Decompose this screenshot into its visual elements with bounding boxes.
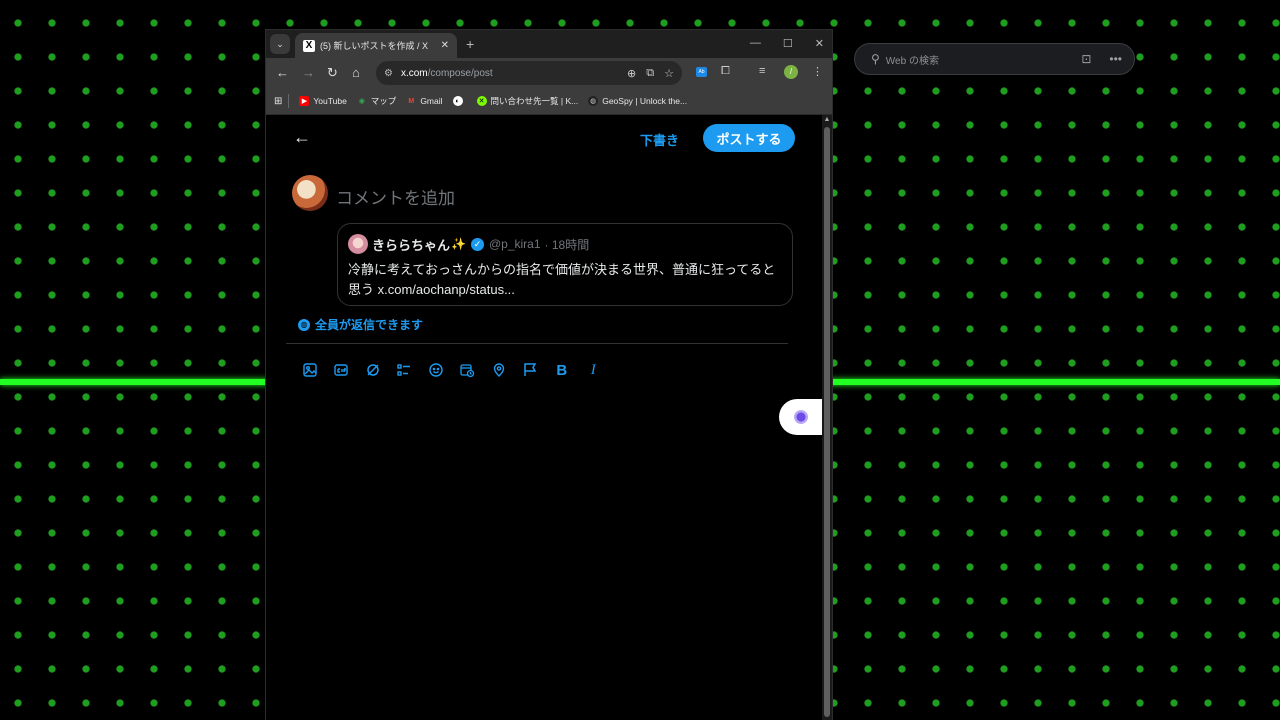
quoted-post-body: 冷静に考えておっさんからの指名で価値が決まる世界、普通に狂ってると思う x.co… (348, 262, 776, 297)
tab-title: (5) 新しいポストを作成 / X (320, 41, 429, 51)
bookmark-youtube[interactable]: ▶ YouTube (299, 96, 347, 106)
gmail-icon: M (408, 97, 415, 105)
bookmark-gmail[interactable]: M Gmail (406, 96, 442, 106)
tab-bar: ⌄ X (5) 新しいポストを作成 / X ✕ + — ☐ ✕ (266, 30, 832, 58)
compose-page: ← 下書き ポストする コメントを追加 きららちゃん ✨ ✓ @p_kira1 … (266, 115, 822, 720)
extensions-puzzle-icon[interactable]: ⧠ (721, 65, 730, 78)
page-scrollbar[interactable]: ▲ (822, 115, 832, 720)
quoted-post[interactable]: きららちゃん ✨ ✓ @p_kira1 · 18時間 冷静に考えておっさんからの… (337, 223, 793, 306)
bold-icon[interactable]: B (546, 360, 578, 380)
visual-search-icon[interactable]: ⊡ (1081, 52, 1091, 66)
x-logo-icon: X (303, 39, 315, 52)
geospy-icon: ◍ (588, 96, 599, 106)
tab-search-button[interactable]: ⌄ (270, 34, 290, 54)
maximize-icon[interactable]: ☐ (783, 37, 793, 50)
bookmark-contacts[interactable]: ✕ 問い合わせ先一覧 | K... (476, 95, 578, 107)
sparkles-icon: ✨ (451, 237, 466, 251)
minimize-icon[interactable]: — (750, 37, 761, 50)
bookmarks-separator (288, 94, 290, 108)
reading-list-icon[interactable]: ≡ (759, 65, 765, 77)
globe-icon: ◍ (298, 318, 310, 331)
bookmark-maps[interactable]: ◉ マップ (357, 95, 397, 107)
globe-icon: ◐ (452, 96, 463, 106)
tab-active[interactable]: X (5) 新しいポストを作成 / X ✕ (295, 33, 457, 58)
profile-avatar[interactable]: / (784, 65, 798, 79)
quoted-author-handle: @p_kira1 (488, 237, 541, 251)
user-avatar[interactable] (292, 175, 328, 211)
scrollbar-thumb[interactable] (824, 127, 830, 717)
bookmarks-bar: ⊞ ▶ YouTube ◉ マップ M Gmail ◐ ✕ 問い合わせ先一覧 | K..… (266, 88, 832, 115)
comment-input[interactable]: コメントを追加 (336, 184, 455, 209)
assistant-floating-button[interactable] (779, 399, 822, 435)
verified-badge-icon: ✓ (470, 237, 484, 251)
window-controls: — ☐ ✕ (750, 37, 824, 50)
reply-setting-label: 全員が返信できます (315, 318, 424, 332)
menu-icon[interactable]: ⋮ (812, 65, 823, 78)
browser-toolbar: ← → ↻ ⌂ ⚙ x.com/compose/post ⊕ ⧉ ☆ Ab ⧠ … (266, 58, 832, 88)
flag-icon[interactable] (515, 360, 547, 380)
home-icon[interactable]: ⌂ (352, 65, 360, 80)
reload-icon[interactable]: ↻ (327, 65, 338, 81)
divider (286, 343, 788, 344)
grok-icon[interactable] (357, 360, 389, 380)
schedule-icon[interactable] (452, 360, 484, 380)
italic-icon[interactable]: I (578, 360, 610, 380)
web-search-widget[interactable]: ⚲ Web の検索 ⊡ ••• (854, 43, 1135, 75)
bookmark-star-icon[interactable]: ☆ (664, 67, 674, 80)
browser-window: ⌄ X (5) 新しいポストを作成 / X ✕ + — ☐ ✕ ← → ↻ ⌂ … (266, 30, 832, 720)
drafts-button[interactable]: 下書き (640, 130, 679, 149)
chevron-down-icon: ⌄ (276, 38, 284, 49)
bookmark-globe[interactable]: ◐ (452, 96, 467, 106)
quoted-author-avatar (348, 234, 368, 254)
back-arrow-icon[interactable]: ← (293, 127, 311, 148)
apps-icon[interactable]: ⊞ (274, 96, 282, 107)
poll-icon[interactable] (389, 360, 421, 380)
address-bar[interactable]: ⚙ x.com/compose/post ⊕ ⧉ ☆ (376, 61, 682, 85)
back-icon[interactable]: ← (276, 65, 289, 80)
new-tab-icon[interactable]: + (466, 36, 474, 52)
assistant-orb-icon (793, 410, 808, 424)
quoted-author-name: きららちゃん (372, 237, 451, 253)
post-button[interactable]: ポストする (703, 124, 795, 152)
web-search-placeholder: Web の検索 (885, 55, 939, 67)
search-icon: ⚲ (871, 52, 880, 66)
location-icon[interactable] (483, 360, 515, 380)
gif-icon[interactable] (326, 360, 358, 380)
close-tab-icon[interactable]: ✕ (441, 40, 449, 51)
emoji-icon[interactable] (420, 360, 452, 380)
install-app-icon[interactable]: ⧉ (646, 67, 654, 80)
url-text: x.com/compose/post (400, 67, 493, 79)
maps-pin-icon: ◉ (358, 98, 365, 105)
site-settings-icon[interactable]: ⚙ (384, 68, 393, 79)
image-icon[interactable] (294, 360, 326, 380)
more-icon[interactable]: ••• (1109, 52, 1122, 66)
quoted-post-header: きららちゃん ✨ ✓ @p_kira1 · 18時間 (348, 234, 782, 254)
forward-icon[interactable]: → (302, 65, 315, 80)
scroll-up-icon[interactable]: ▲ (822, 116, 832, 123)
compose-toolbar: B I (294, 360, 609, 380)
extension-blue-icon[interactable]: Ab (696, 67, 707, 77)
close-window-icon[interactable]: ✕ (815, 37, 824, 50)
quoted-post-time: · 18時間 (544, 237, 590, 252)
zoom-icon[interactable]: ⊕ (627, 67, 636, 80)
contacts-site-icon: ✕ (476, 96, 487, 106)
reply-setting-button[interactable]: ◍ 全員が返信できます (298, 316, 423, 333)
youtube-icon: ▶ (299, 96, 310, 106)
bookmark-geospy[interactable]: ◍ GeoSpy | Unlock the... (588, 96, 687, 106)
